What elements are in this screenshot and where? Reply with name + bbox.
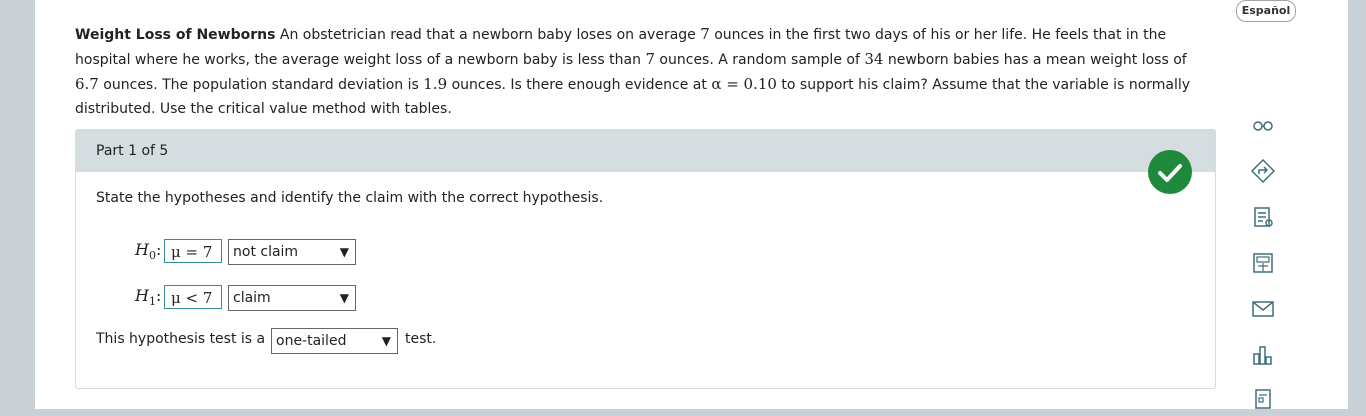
alpha-value: α = 0.10 — [711, 75, 777, 93]
h1-symbol: H — [135, 286, 149, 305]
h1-claim-value: claim — [233, 290, 271, 306]
h1-label: H1: — [135, 286, 161, 308]
mail-icon[interactable] — [1250, 296, 1276, 322]
h0-answer-box[interactable]: μ = 7 — [164, 239, 222, 263]
bar-chart-icon[interactable] — [1250, 342, 1276, 368]
h1-claim-select[interactable]: claim ▼ — [228, 285, 356, 311]
language-button[interactable]: Español — [1236, 0, 1296, 22]
h1-answer-box[interactable]: μ < 7 — [164, 285, 222, 309]
dropdown-arrow-icon: ▼ — [339, 291, 349, 305]
scrollbar[interactable] — [1348, 0, 1366, 409]
problem-text: An obstetrician read that a newborn baby… — [275, 27, 701, 43]
problem-text: ounces. Is there enough evidence at — [447, 77, 712, 93]
problem-text: hospital where he works, the average wei… — [75, 52, 646, 68]
glasses-icon[interactable] — [1250, 112, 1276, 138]
test-suffix: test. — [405, 331, 437, 347]
calculator-icon[interactable] — [1250, 250, 1276, 276]
dropdown-arrow-icon: ▼ — [339, 245, 349, 259]
test-prefix: This hypothesis test is a — [96, 331, 266, 347]
part-header: Part 1 of 5 — [76, 130, 1215, 172]
problem-text: ounces. The population standard deviatio… — [98, 77, 424, 93]
problem-number: 7 — [645, 50, 655, 68]
h1-colon: : — [155, 286, 162, 305]
h0-claim-select[interactable]: not claim ▼ — [228, 239, 356, 265]
dropdown-arrow-icon: ▼ — [381, 334, 391, 348]
problem-text: ounces. A random sample of — [654, 52, 865, 68]
test-type-select[interactable]: one-tailed ▼ — [271, 328, 398, 354]
h0-colon: : — [155, 240, 162, 259]
h1-subscript: 1 — [148, 295, 156, 309]
diamond-arrow-icon[interactable] — [1250, 158, 1276, 184]
problem-title: Weight Loss of Newborns — [75, 27, 276, 43]
problem-text: ounces in the first two days of his or h… — [709, 27, 1167, 43]
document-icon[interactable] — [1250, 386, 1276, 412]
problem-number: 6.7 — [75, 75, 99, 93]
test-type-value: one-tailed — [276, 333, 347, 349]
problem-number: 1.9 — [423, 75, 448, 93]
notes-icon[interactable] — [1250, 204, 1276, 230]
h0-symbol: H — [135, 240, 149, 259]
h0-label: H0: — [135, 240, 161, 262]
h0-subscript: 0 — [148, 249, 156, 263]
check-icon — [1148, 150, 1192, 194]
h0-claim-value: not claim — [233, 244, 299, 260]
part-label: Part 1 of 5 — [96, 143, 169, 159]
problem-text: distributed. Use the critical value meth… — [75, 101, 452, 117]
problem-text: newborn babies has a mean weight loss of — [883, 52, 1187, 68]
problem-text: to support his claim? Assume that the va… — [776, 77, 1191, 93]
part-instruction: State the hypotheses and identify the cl… — [96, 190, 604, 206]
left-gutter — [0, 0, 35, 409]
problem-number: 7 — [700, 25, 710, 43]
problem-statement: Weight Loss of Newborns An obstetrician … — [75, 22, 1205, 121]
problem-number: 34 — [864, 50, 884, 68]
